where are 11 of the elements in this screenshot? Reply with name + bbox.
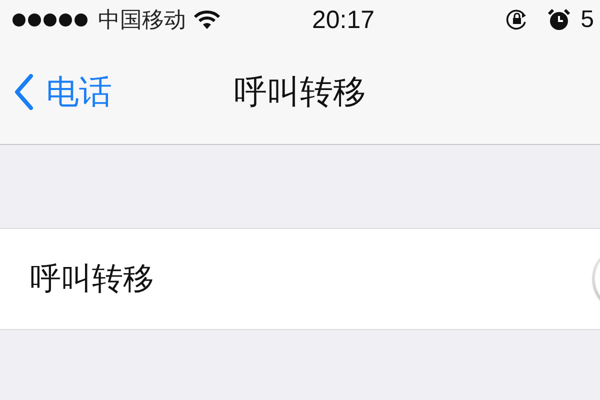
page-title: 呼叫转移 [234, 70, 366, 112]
back-button[interactable]: 电话 [14, 70, 112, 114]
clock-time: 20:17 [312, 6, 375, 34]
battery-percentage: 5 [580, 6, 594, 34]
chevron-left-icon [14, 74, 34, 110]
wifi-icon [194, 10, 220, 30]
rotation-lock-icon [504, 8, 529, 32]
alarm-clock-icon [546, 8, 571, 32]
carrier-name: 中国移动 [98, 7, 186, 35]
setting-label: 呼叫转移 [30, 260, 154, 299]
signal-strength-icon [12, 13, 90, 27]
